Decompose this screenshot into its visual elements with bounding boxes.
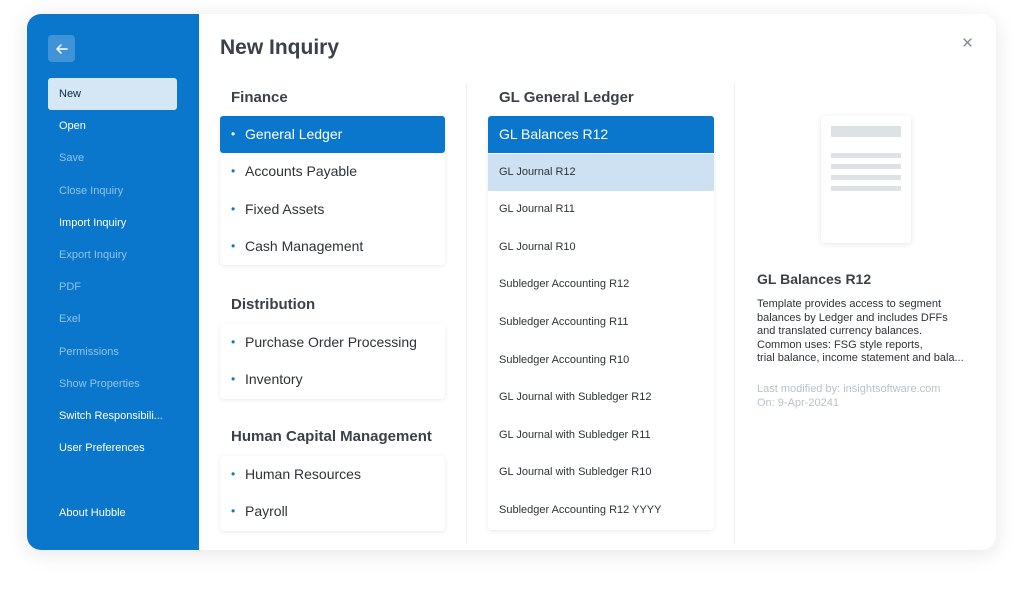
category-item-label: General Ledger [245, 126, 343, 142]
template-item-subledger-accounting-r12-yyyy[interactable]: Subledger Accounting R12 YYYY [488, 492, 714, 529]
page-title: New Inquiry [220, 36, 340, 59]
sidebar-item-permissions[interactable]: Permissions [48, 336, 177, 368]
thumbnail-line [831, 186, 901, 191]
category-item-accounts-payable[interactable]: • Accounts Payable [220, 153, 445, 190]
new-inquiry-window: New Open Save Close Inquiry Import Inquiry Ex… [27, 14, 996, 550]
divider [734, 84, 735, 544]
category-item-fixed-assets[interactable]: • Fixed Assets [220, 191, 445, 228]
thumbnail-line [831, 175, 901, 180]
template-item-gl-balances-r12[interactable]: GL Balances R12 [488, 116, 714, 153]
divider [466, 84, 467, 544]
templates-heading: GL General Ledger [499, 89, 634, 106]
thumbnail-title-bar [831, 126, 901, 137]
template-item-gl-journal-with-subledger-r12[interactable]: GL Journal with Subledger R12 [488, 379, 714, 416]
bullet-icon: • [231, 467, 236, 481]
details-title: GL Balances R12 [757, 271, 872, 287]
template-item-gl-journal-r10[interactable]: GL Journal R10 [488, 229, 714, 266]
sidebar: New Open Save Close Inquiry Import Inquiry Ex… [27, 14, 199, 550]
back-button[interactable] [48, 35, 75, 62]
category-item-cash-management[interactable]: • Cash Management [220, 228, 445, 265]
sidebar-item-show-properties[interactable]: Show Properties [48, 368, 177, 400]
sidebar-item-user-preferences[interactable]: User Preferences [48, 432, 177, 464]
category-item-payroll[interactable]: • Payroll [220, 493, 445, 530]
sidebar-item-save[interactable]: Save [48, 142, 177, 174]
details-description-line: Common uses: FSG style reports, [757, 338, 923, 351]
category-item-inventory[interactable]: • Inventory [220, 361, 445, 398]
details-description-line: trial balance, income statement and bala… [757, 352, 964, 364]
bullet-icon: • [231, 201, 236, 216]
about-hubble-button[interactable]: About Hubble [48, 497, 177, 529]
details-modified-on: On: 9-Apr-20241 [757, 397, 839, 409]
template-item-gl-journal-r12[interactable]: GL Journal R12 [488, 153, 714, 191]
back-arrow-icon [55, 43, 68, 54]
category-item-label: Purchase Order Processing [245, 334, 417, 350]
sidebar-item-open[interactable]: Open [48, 110, 177, 142]
template-item-subledger-accounting-r12[interactable]: Subledger Accounting R12 [488, 266, 714, 303]
category-item-label: Human Resources [245, 466, 361, 482]
category-item-label: Accounts Payable [245, 163, 358, 180]
sidebar-item-new[interactable]: New [48, 78, 177, 110]
bullet-icon: • [231, 127, 236, 141]
category-item-label: Fixed Assets [245, 200, 325, 217]
bullet-icon: • [231, 372, 236, 387]
details-description-line: balances by Ledger and includes DFFs [757, 311, 948, 324]
template-item-gl-journal-r11[interactable]: GL Journal R11 [488, 191, 714, 228]
details-modified-by: Last modified by: insightsoftware.com [757, 383, 941, 395]
sidebar-item-pdf[interactable]: PDF [48, 271, 177, 303]
sidebar-item-exel[interactable]: Exel [48, 303, 177, 335]
category-item-general-ledger[interactable]: • General Ledger [220, 116, 445, 153]
category-heading-human-capital-management: Human Capital Management [231, 428, 432, 445]
bullet-icon: • [231, 164, 236, 179]
close-button[interactable] [958, 33, 976, 51]
sidebar-item-import-inquiry[interactable]: Import Inquiry [48, 207, 177, 239]
template-item-gl-journal-with-subledger-r11[interactable]: GL Journal with Subledger R11 [488, 417, 714, 454]
thumbnail-line [831, 164, 901, 169]
category-heading-finance: Finance [231, 89, 288, 106]
category-item-label: Cash Management [245, 237, 364, 254]
thumbnail-line [831, 153, 901, 158]
category-item-human-resources[interactable]: • Human Resources [220, 456, 445, 493]
sidebar-item-export-inquiry[interactable]: Export Inquiry [48, 239, 177, 271]
bullet-icon: • [231, 504, 236, 519]
category-item-label: Inventory [245, 371, 303, 388]
category-item-label: Payroll [245, 503, 288, 520]
category-item-purchase-order-processing[interactable]: • Purchase Order Processing [220, 324, 445, 361]
bullet-icon: • [231, 238, 236, 253]
template-item-subledger-accounting-r10[interactable]: Subledger Accounting R10 [488, 342, 714, 379]
template-item-subledger-accounting-r11[interactable]: Subledger Accounting R11 [488, 304, 714, 341]
sidebar-item-switch-responsibili[interactable]: Switch Responsibili... [48, 400, 177, 432]
details-description-line: Template provides access to segment [757, 298, 942, 310]
close-icon [962, 37, 972, 47]
sidebar-item-close-inquiry[interactable]: Close Inquiry [48, 175, 177, 207]
details-description-line: and translated currency balances. [757, 325, 923, 337]
template-item-gl-journal-with-subledger-r10[interactable]: GL Journal with Subledger R10 [488, 454, 714, 491]
category-heading-distribution: Distribution [231, 296, 316, 313]
document-thumbnail-icon [821, 116, 911, 243]
bullet-icon: • [231, 335, 236, 349]
